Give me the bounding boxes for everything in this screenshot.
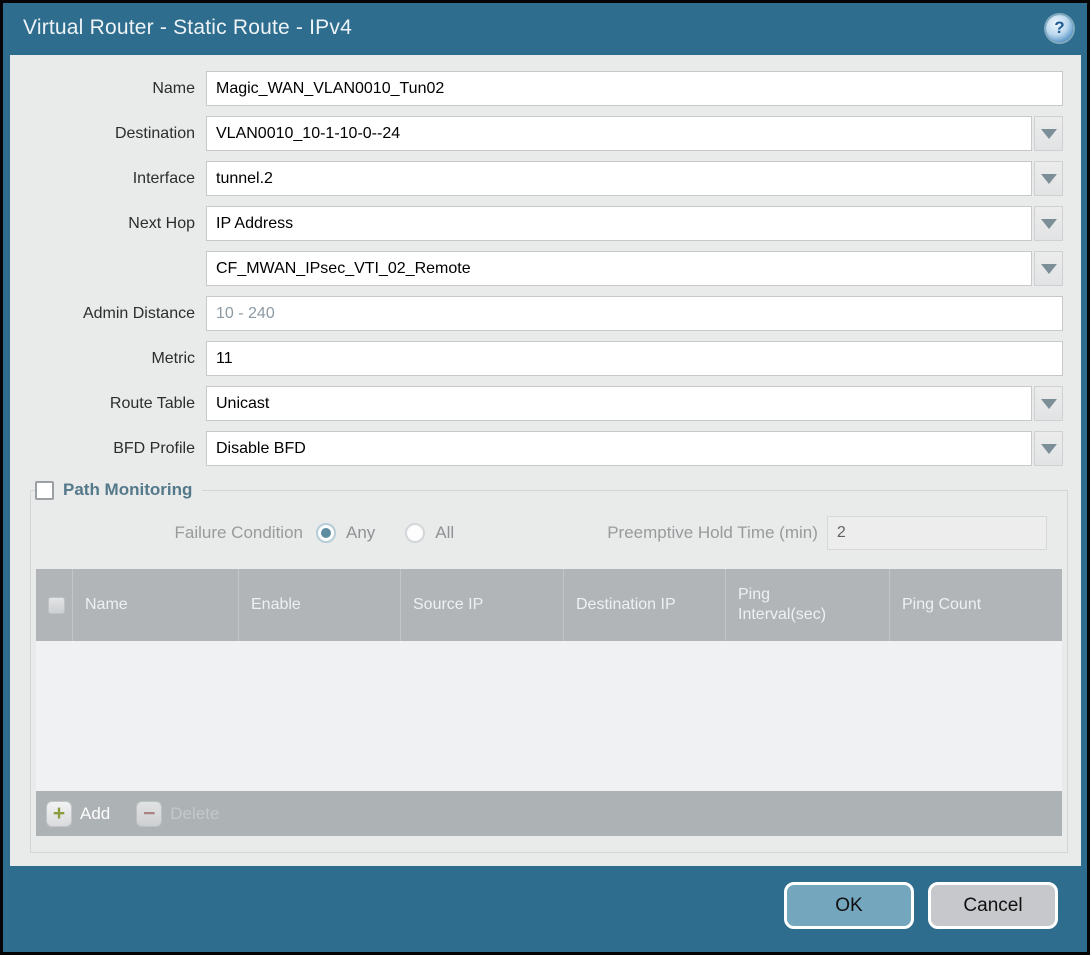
name-row: Name	[10, 71, 1081, 106]
path-monitoring-table-header: Name Enable Source IP Destination IP Pin…	[36, 569, 1062, 641]
chevron-down-icon	[1041, 264, 1057, 274]
route-table-row: Route Table	[10, 386, 1081, 421]
column-header-ping-interval[interactable]: Ping Interval(sec)	[725, 569, 889, 641]
next-hop-address-dropdown-button[interactable]	[1034, 251, 1063, 286]
route-table-dropdown-button[interactable]	[1034, 386, 1063, 421]
chevron-down-icon	[1041, 444, 1057, 454]
failure-condition-all-radio[interactable]	[405, 523, 425, 543]
metric-row: Metric	[10, 341, 1081, 376]
interface-row: Interface	[10, 161, 1081, 196]
failure-condition-row: Failure Condition Any All Preemptive Hol…	[31, 514, 1067, 552]
interface-dropdown-button[interactable]	[1034, 161, 1063, 196]
dialog-content: Name Destination Interface Next Hop	[10, 55, 1081, 866]
path-monitoring-table-footer: + Add − Delete	[36, 791, 1062, 836]
destination-input[interactable]	[206, 116, 1032, 151]
bfd-profile-input[interactable]	[206, 431, 1032, 466]
cancel-button[interactable]: Cancel	[928, 882, 1058, 929]
route-table-input[interactable]	[206, 386, 1032, 421]
destination-dropdown-button[interactable]	[1034, 116, 1063, 151]
plus-icon: +	[46, 801, 72, 827]
interface-input[interactable]	[206, 161, 1032, 196]
select-all-checkbox[interactable]	[48, 597, 65, 614]
column-header-name[interactable]: Name	[72, 569, 238, 641]
dialog-footer: OK Cancel	[784, 882, 1058, 929]
destination-label: Destination	[10, 125, 206, 143]
path-monitoring-section: Path Monitoring Failure Condition Any Al…	[30, 480, 1068, 853]
help-icon[interactable]: ?	[1046, 15, 1073, 42]
bfd-profile-label: BFD Profile	[10, 440, 206, 458]
metric-input[interactable]	[206, 341, 1063, 376]
bfd-profile-row: BFD Profile	[10, 431, 1081, 466]
chevron-down-icon	[1041, 129, 1057, 139]
next-hop-dropdown-button[interactable]	[1034, 206, 1063, 241]
failure-condition-all-label: All	[435, 523, 454, 543]
failure-condition-any-radio[interactable]	[316, 523, 336, 543]
failure-condition-label: Failure Condition	[31, 523, 316, 543]
name-input[interactable]	[206, 71, 1063, 106]
failure-condition-any-label: Any	[346, 523, 375, 543]
preemptive-hold-time-input[interactable]	[827, 516, 1047, 550]
admin-distance-row: Admin Distance	[10, 296, 1081, 331]
chevron-down-icon	[1041, 219, 1057, 229]
path-monitoring-table-body	[36, 641, 1062, 791]
delete-button[interactable]: − Delete	[136, 801, 219, 827]
destination-row: Destination	[10, 116, 1081, 151]
dialog-title: Virtual Router - Static Route - IPv4	[23, 16, 352, 40]
next-hop-address-row	[10, 251, 1081, 286]
column-header-source-ip[interactable]: Source IP	[400, 569, 563, 641]
route-table-label: Route Table	[10, 395, 206, 413]
ok-button[interactable]: OK	[784, 882, 914, 929]
column-header-destination-ip[interactable]: Destination IP	[563, 569, 725, 641]
next-hop-type-input[interactable]	[206, 206, 1032, 241]
dialog-titlebar: Virtual Router - Static Route - IPv4 ?	[3, 3, 1087, 53]
path-monitoring-table: Name Enable Source IP Destination IP Pin…	[36, 569, 1062, 836]
interface-label: Interface	[10, 170, 206, 188]
admin-distance-input[interactable]	[206, 296, 1063, 331]
radio-dot-icon	[321, 528, 331, 538]
column-header-ping-count[interactable]: Ping Count	[889, 569, 1062, 641]
minus-icon: −	[136, 801, 162, 827]
next-hop-label: Next Hop	[10, 215, 206, 233]
path-monitoring-checkbox[interactable]	[35, 481, 54, 500]
admin-distance-label: Admin Distance	[10, 305, 206, 323]
preemptive-hold-time-label: Preemptive Hold Time (min)	[607, 523, 818, 543]
column-header-enable[interactable]: Enable	[238, 569, 400, 641]
path-monitoring-legend: Path Monitoring	[35, 480, 202, 500]
add-button[interactable]: + Add	[46, 801, 110, 827]
chevron-down-icon	[1041, 399, 1057, 409]
metric-label: Metric	[10, 350, 206, 368]
next-hop-row: Next Hop	[10, 206, 1081, 241]
name-label: Name	[10, 80, 206, 98]
path-monitoring-title: Path Monitoring	[63, 480, 192, 500]
static-route-dialog: Virtual Router - Static Route - IPv4 ? N…	[0, 0, 1090, 955]
failure-condition-radio-group: Any All	[316, 523, 484, 543]
bfd-profile-dropdown-button[interactable]	[1034, 431, 1063, 466]
chevron-down-icon	[1041, 174, 1057, 184]
next-hop-address-input[interactable]	[206, 251, 1032, 286]
